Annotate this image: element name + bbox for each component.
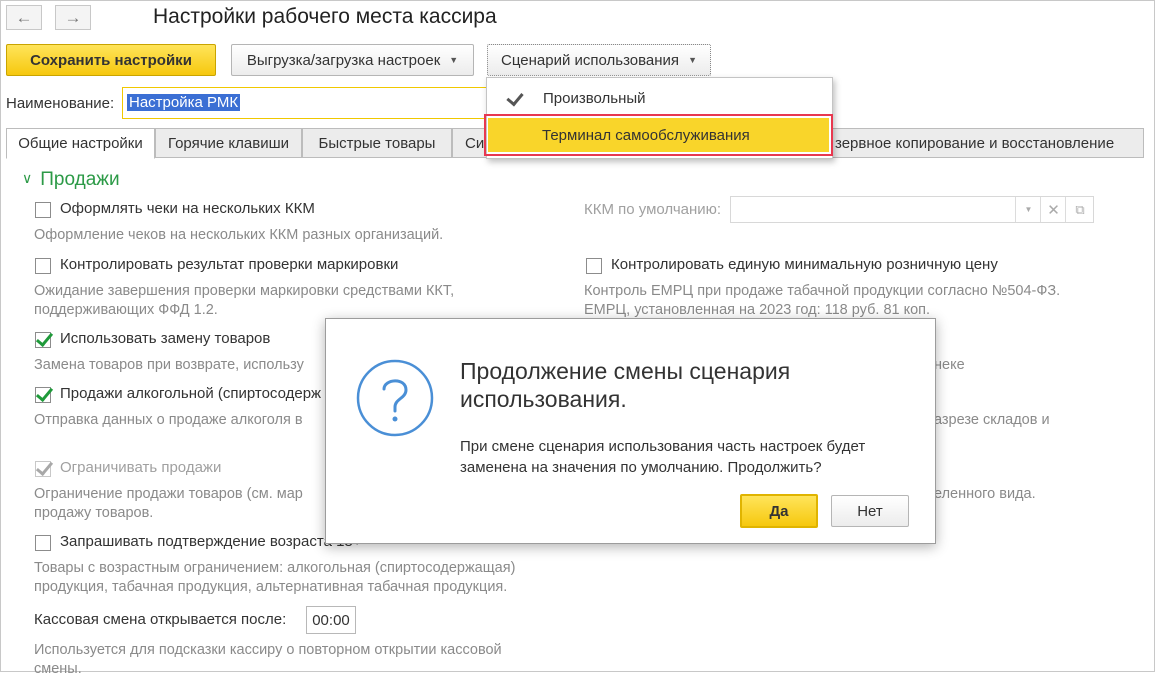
restrict-sales-label: Ограничивать продажи <box>60 459 222 476</box>
restrict-sales-hint-2: продажу товаров. <box>34 505 154 521</box>
restrict-sales-hint-1: Ограничение продажи товаров (см. мар <box>34 486 303 502</box>
name-input[interactable]: Настройка РМК <box>122 87 492 119</box>
section-sales-header[interactable]: ∨ Продажи <box>22 169 120 191</box>
arrow-left-icon: ← <box>15 7 33 27</box>
section-title: Продажи <box>40 169 120 190</box>
shift-time-input[interactable]: 00:00 <box>306 606 356 634</box>
marking-check-label: Контролировать результат проверки маркир… <box>60 256 399 273</box>
kkm-default-label: ККМ по умолчанию: <box>584 201 722 218</box>
menu-item-arbitrary[interactable]: Произвольный <box>487 80 830 116</box>
kkm-default-field[interactable]: ▼ ✕ ⧉ <box>730 196 1094 223</box>
scenario-label: Сценарий использования <box>501 51 680 69</box>
confirm-dialog: Продолжение смены сценария использования… <box>325 318 936 544</box>
tab-quick-goods[interactable]: Быстрые товары <box>302 128 452 158</box>
shift-hint-2: смены. <box>34 661 82 677</box>
check-icon <box>506 88 524 107</box>
arrow-right-icon: → <box>64 7 82 27</box>
replace-goods-label: Использовать замену товаров <box>60 330 271 347</box>
name-label: Наименование: <box>6 95 115 112</box>
multi-kkm-checkbox[interactable] <box>35 202 51 218</box>
age-confirm-checkbox[interactable] <box>35 535 51 551</box>
right-hint-fragment: еленного вида. <box>934 486 1036 502</box>
multi-kkm-label: Оформлять чеки на нескольких ККМ <box>60 200 315 217</box>
right-hint-fragment: азрезе складов и <box>934 412 1050 428</box>
save-settings-button[interactable]: Сохранить настройки <box>6 44 216 76</box>
alcohol-checkbox[interactable] <box>35 387 51 403</box>
tab-backup[interactable]: зервное копирование и восстановление <box>828 128 1144 158</box>
marking-check-hint-1: Ожидание завершения проверки маркировки … <box>34 283 455 299</box>
page-title: Настройки рабочего места кассира <box>153 5 497 28</box>
restrict-sales-checkbox <box>35 461 51 477</box>
tab-hotkeys[interactable]: Горячие клавиши <box>155 128 302 158</box>
export-import-button[interactable]: Выгрузка/загрузка настроек ▼ <box>231 44 474 76</box>
marking-check-checkbox[interactable] <box>35 258 51 274</box>
replace-goods-hint: Замена товаров при возврате, использу <box>34 357 304 373</box>
question-icon <box>356 359 434 437</box>
emrc-label: Контролировать единую минимальную рознич… <box>611 256 998 273</box>
multi-kkm-hint: Оформление чеков на нескольких ККМ разны… <box>34 227 444 243</box>
scenario-button[interactable]: Сценарий использования ▼ <box>487 44 711 76</box>
age-confirm-hint-1: Товары с возрастным ограничением: алкого… <box>34 560 516 576</box>
caret-down-icon: ▼ <box>449 55 459 65</box>
dropdown-icon[interactable]: ▼ <box>1015 197 1041 222</box>
menu-item-self-service-highlight: Терминал самообслуживания <box>484 114 833 156</box>
export-import-label: Выгрузка/загрузка настроек <box>246 51 441 69</box>
shift-label: Кассовая смена открывается после: <box>34 611 287 628</box>
yes-button[interactable]: Да <box>740 494 818 528</box>
tab-general[interactable]: Общие настройки <box>6 128 155 159</box>
forward-button[interactable]: → <box>55 5 91 30</box>
replace-goods-checkbox[interactable] <box>35 332 51 348</box>
emrc-hint-1: Контроль ЕМРЦ при продаже табачной проду… <box>584 283 1061 299</box>
dialog-message: При смене сценария использования часть н… <box>460 438 866 476</box>
yes-label: Да <box>769 502 789 520</box>
dialog-title: Продолжение смены сценария использования… <box>460 358 791 412</box>
age-confirm-label: Запрашивать подтверждение возраста 18+ <box>60 533 362 550</box>
menu-item-self-service[interactable]: Терминал самообслуживания <box>488 118 829 152</box>
alcohol-label: Продажи алкогольной (спиртосодерж <box>60 385 322 402</box>
clear-icon[interactable]: ✕ <box>1040 197 1066 222</box>
emrc-checkbox[interactable] <box>586 258 602 274</box>
no-label: Нет <box>857 502 883 520</box>
save-settings-label: Сохранить настройки <box>30 51 192 69</box>
name-value: Настройка РМК <box>127 94 241 111</box>
back-button[interactable]: ← <box>6 5 42 30</box>
chevron-down-icon: ∨ <box>22 170 33 186</box>
age-confirm-hint-2: продукция, табачная продукция, альтернат… <box>34 579 508 595</box>
no-button[interactable]: Нет <box>831 495 909 527</box>
marking-check-hint-2: поддерживающих ФФД 1.2. <box>34 302 218 318</box>
caret-down-icon: ▼ <box>688 55 697 65</box>
right-hint-fragment: неке <box>934 357 965 373</box>
shift-hint-1: Используется для подсказки кассиру о пов… <box>34 642 502 658</box>
open-icon[interactable]: ⧉ <box>1065 197 1094 222</box>
alcohol-hint: Отправка данных о продаже алкоголя в <box>34 412 303 428</box>
